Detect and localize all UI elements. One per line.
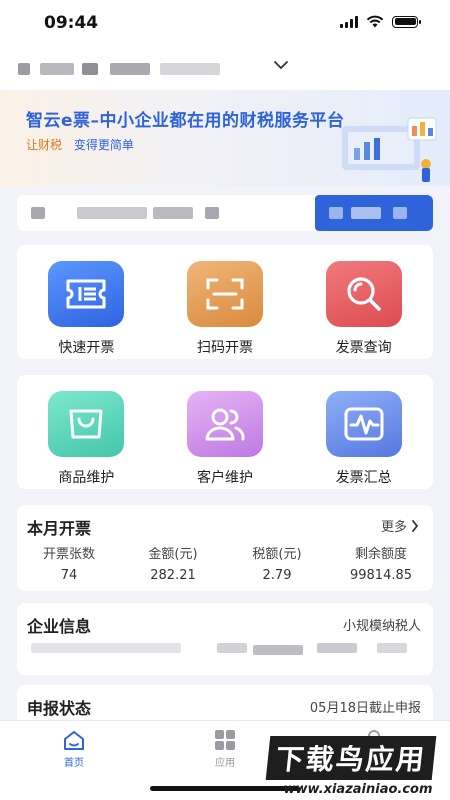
taxpayer-type: 小规模纳税人 — [342, 619, 421, 634]
company-name-blurred — [18, 63, 30, 75]
product-maintenance-label: 商品维护 — [58, 470, 115, 486]
quick-invoice-label: 快速开票 — [58, 340, 115, 356]
company-info-title: 企业信息 — [27, 617, 92, 636]
quick-invoice-button[interactable]: 快速开票 — [36, 261, 136, 359]
report-status-title: 申报状态 — [27, 699, 92, 718]
company-name-blurred — [40, 63, 74, 75]
button-label-blurred — [393, 207, 407, 219]
users-icon — [186, 391, 263, 457]
button-label-blurred — [329, 207, 343, 219]
banner-subtitle: 让财税 变得更简单 — [26, 136, 134, 153]
shopping-bag-icon — [48, 391, 125, 457]
stat-remaining-quota: 剩余额度 99814.85 — [329, 543, 433, 583]
banner-title: 智云e票–中小企业都在用的财税服务平台 — [26, 111, 345, 131]
stat-amount: 金额(元) 282.21 — [121, 543, 225, 583]
tab-home[interactable]: 首页 — [44, 729, 104, 769]
status-icons — [340, 15, 421, 28]
report-deadline: 05月18日截止申报 — [309, 701, 421, 716]
month-invoice-title: 本月开票 — [27, 519, 92, 538]
month-invoice-card: 本月开票 更多 开票张数 74 金额(元) 282.21 税额(元) 2.79 … — [17, 505, 433, 591]
scan-icon — [186, 261, 263, 327]
apps-card: 商品维护 客户维护 发票汇总 — [17, 375, 433, 489]
search-action-button[interactable] — [315, 195, 433, 231]
promo-banner[interactable]: 智云e票–中小企业都在用的财税服务平台 让财税 变得更简单 — [0, 90, 450, 186]
banner-subtitle-b: 变得更简单 — [73, 138, 134, 152]
company-detail-blurred — [31, 643, 181, 653]
status-time: 09:44 — [44, 13, 99, 33]
company-info-card[interactable]: 企业信息 小规模纳税人 — [17, 603, 433, 675]
product-maintenance-button[interactable]: 商品维护 — [36, 391, 136, 489]
scan-invoice-button[interactable]: 扫码开票 — [175, 261, 275, 359]
invoice-ticket-icon — [48, 261, 125, 327]
watermark: 下载鸟应用 www.xiazainiao.com — [265, 736, 448, 797]
stat-value: 2.79 — [262, 568, 292, 583]
button-label-blurred — [351, 207, 381, 219]
watermark-main: 下载鸟应用 — [265, 736, 437, 780]
chevron-down-icon[interactable] — [273, 60, 289, 70]
stat-invoice-count: 开票张数 74 — [17, 543, 121, 583]
customer-maintenance-label: 客户维护 — [196, 470, 253, 486]
info-blurred — [205, 207, 219, 219]
invoice-summary-button[interactable]: 发票汇总 — [314, 391, 414, 489]
home-icon — [64, 731, 84, 750]
stat-label: 金额(元) — [148, 547, 198, 562]
company-name-blurred — [160, 63, 220, 75]
company-detail-blurred — [377, 643, 407, 653]
invoice-query-label: 发票查询 — [335, 340, 392, 356]
wifi-icon — [366, 15, 384, 28]
tab-home-label: 首页 — [64, 758, 84, 769]
apps-grid-icon — [215, 730, 235, 750]
chevron-right-icon — [412, 519, 419, 532]
month-stats: 开票张数 74 金额(元) 282.21 税额(元) 2.79 剩余额度 998… — [17, 543, 433, 583]
tab-apps-label: 应用 — [215, 758, 235, 769]
invoice-summary-label: 发票汇总 — [335, 470, 392, 486]
quick-actions-card: 快速开票 扫码开票 发票查询 — [17, 245, 433, 359]
tab-apps[interactable]: 应用 — [195, 729, 255, 769]
stat-value: 74 — [60, 568, 78, 583]
scan-invoice-label: 扫码开票 — [196, 340, 253, 356]
company-name-blurred — [110, 63, 150, 75]
stat-label: 税额(元) — [252, 547, 302, 562]
stat-label: 剩余额度 — [354, 547, 407, 562]
stat-tax: 税额(元) 2.79 — [225, 543, 329, 583]
invoice-query-button[interactable]: 发票查询 — [314, 261, 414, 359]
customer-maintenance-button[interactable]: 客户维护 — [175, 391, 275, 489]
stat-label: 开票张数 — [42, 547, 95, 562]
battery-icon — [392, 15, 421, 28]
pulse-chart-icon — [325, 391, 402, 457]
company-detail-blurred — [217, 643, 247, 653]
info-blurred — [153, 207, 193, 219]
status-bar: 09:44 — [0, 0, 450, 46]
company-selector[interactable] — [0, 46, 450, 90]
stat-value: 99814.85 — [349, 568, 413, 583]
info-blurred — [77, 207, 147, 219]
report-status-card[interactable]: 申报状态 05月18日截止申报 — [17, 685, 433, 725]
banner-subtitle-a: 让财税 — [26, 138, 63, 152]
company-detail-blurred — [317, 643, 357, 653]
info-blurred — [31, 207, 45, 219]
stat-value: 282.21 — [150, 568, 196, 583]
invoice-search-card[interactable] — [17, 195, 433, 231]
company-detail-blurred — [253, 645, 303, 655]
watermark-sub: www.xiazainiao.com — [283, 782, 433, 797]
signal-icon — [340, 15, 358, 28]
search-icon — [325, 261, 402, 327]
company-name-blurred — [82, 63, 98, 75]
more-link[interactable]: 更多 — [381, 516, 419, 535]
more-label: 更多 — [380, 520, 407, 535]
banner-illustration — [342, 117, 437, 182]
